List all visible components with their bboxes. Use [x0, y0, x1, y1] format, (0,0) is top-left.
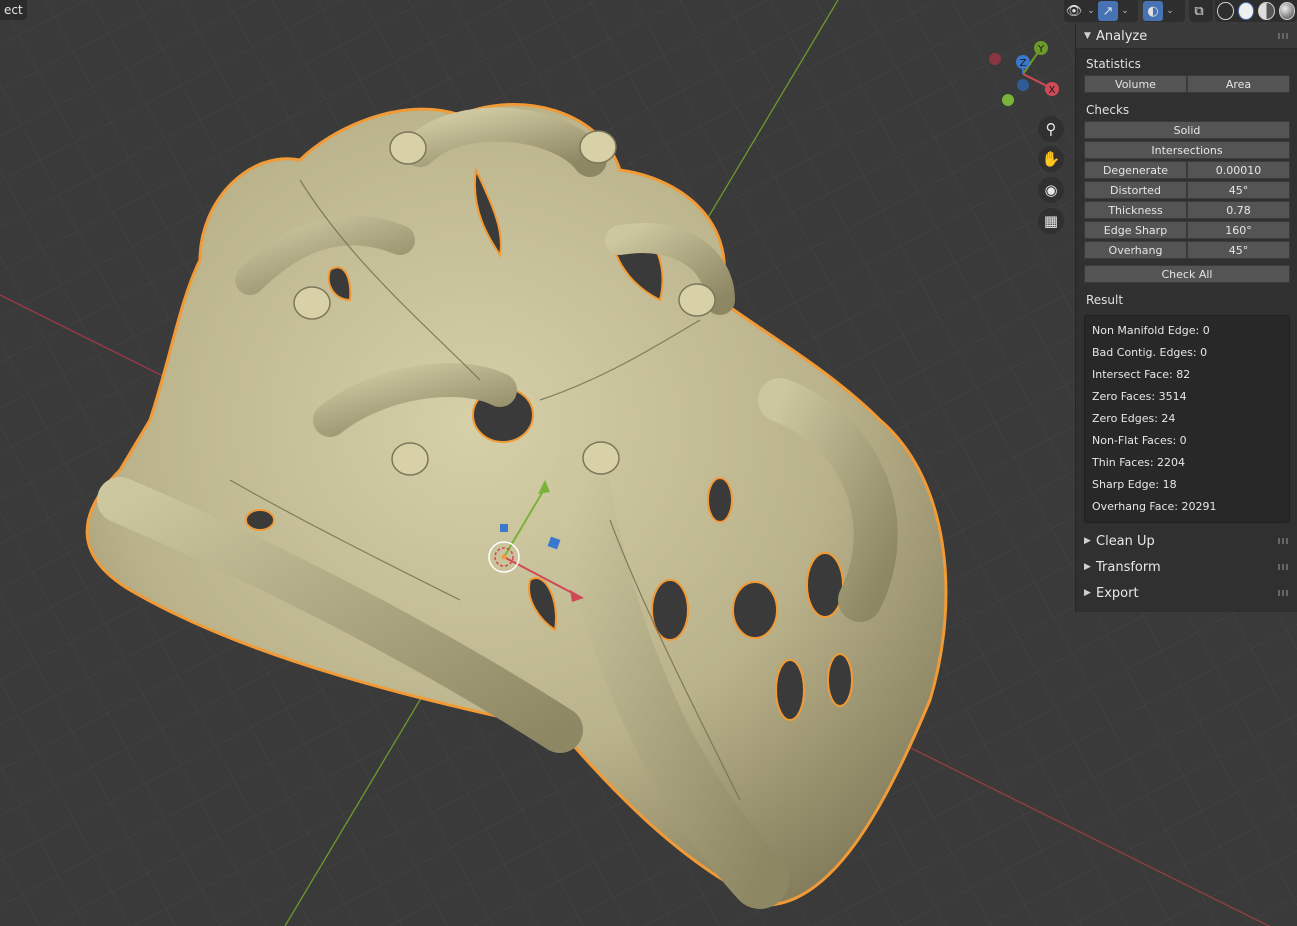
drag-grip-icon[interactable]	[1278, 33, 1290, 39]
result-label: Result	[1086, 293, 1124, 307]
edge-sharp-button[interactable]: Edge Sharp	[1084, 221, 1187, 239]
result-item: Non Manifold Edge: 0	[1092, 324, 1210, 337]
overlays-toggle[interactable]: ◐ ⌄	[1143, 0, 1185, 22]
overhang-value-field[interactable]: 45°	[1187, 241, 1290, 259]
solid-button[interactable]: Solid	[1084, 121, 1290, 139]
chevron-down-icon: ⌄	[1166, 6, 1174, 16]
analyze-title: Analyze	[1096, 28, 1148, 44]
shading-modes[interactable]	[1215, 0, 1297, 22]
gizmo-toggle[interactable]: ↗ ⌄	[1098, 0, 1138, 22]
x-axis-label: X	[1049, 85, 1056, 96]
area-button[interactable]: Area	[1187, 75, 1290, 93]
neg-z-dot[interactable]	[1017, 79, 1029, 91]
export-title: Export	[1096, 585, 1139, 601]
result-item: Zero Faces: 3514	[1092, 390, 1187, 403]
result-item: Thin Faces: 2204	[1092, 456, 1186, 469]
camera-icon[interactable]: ◉	[1038, 177, 1064, 203]
degenerate-value-field[interactable]: 0.00010	[1187, 161, 1290, 179]
overlays-icon: ◐	[1143, 1, 1163, 21]
result-item: Overhang Face: 20291	[1092, 500, 1217, 513]
distorted-button[interactable]: Distorted	[1084, 181, 1187, 199]
transform-panel-header[interactable]: ▶ Transform	[1076, 555, 1297, 579]
pan-hand-icon[interactable]: ✋	[1038, 146, 1064, 172]
y-axis-label: Y	[1037, 44, 1045, 55]
neg-x-dot[interactable]	[989, 53, 1001, 65]
thickness-value-field[interactable]: 0.78	[1187, 201, 1290, 219]
export-panel-header[interactable]: ▶ Export	[1076, 581, 1297, 605]
xray-toggle[interactable]: ⧉	[1189, 0, 1213, 22]
clean-up-panel-header[interactable]: ▶ Clean Up	[1076, 529, 1297, 553]
zoom-icon[interactable]: ⚲	[1038, 116, 1064, 142]
thickness-button[interactable]: Thickness	[1084, 201, 1187, 219]
material-shading-icon[interactable]	[1258, 2, 1275, 20]
overhang-button[interactable]: Overhang	[1084, 241, 1187, 259]
result-item: Sharp Edge: 18	[1092, 478, 1177, 491]
analyze-side-panel: ▼ Analyze Statistics Volume Area Checks …	[1075, 24, 1297, 612]
triangle-down-icon: ▼	[1084, 31, 1091, 41]
volume-button[interactable]: Volume	[1084, 75, 1187, 93]
triangle-right-icon: ▶	[1084, 562, 1091, 572]
statistics-label: Statistics	[1086, 57, 1141, 71]
navigation-gizmo[interactable]: Y Z X	[985, 36, 1075, 116]
drag-grip-icon[interactable]	[1278, 564, 1290, 570]
analyze-panel-header[interactable]: ▼ Analyze	[1076, 24, 1297, 49]
perspective-grid-icon[interactable]: ▦	[1038, 208, 1064, 234]
triangle-right-icon: ▶	[1084, 536, 1091, 546]
neg-y-dot[interactable]	[1002, 94, 1014, 106]
distorted-value-field[interactable]: 45°	[1187, 181, 1290, 199]
degenerate-button[interactable]: Degenerate	[1084, 161, 1187, 179]
result-item: Non-Flat Faces: 0	[1092, 434, 1187, 447]
chevron-down-icon: ⌄	[1087, 6, 1095, 16]
result-item: Bad Contig. Edges: 0	[1092, 346, 1208, 359]
xray-icon: ⧉	[1194, 3, 1204, 19]
transform-title: Transform	[1096, 559, 1161, 575]
wireframe-shading-icon[interactable]	[1217, 2, 1234, 20]
gizmo-icon: ↗	[1098, 1, 1118, 21]
drag-grip-icon[interactable]	[1278, 538, 1290, 544]
intersections-button[interactable]: Intersections	[1084, 141, 1290, 159]
z-axis-label: Z	[1020, 58, 1027, 69]
checks-label: Checks	[1086, 103, 1130, 117]
result-item: Intersect Face: 82	[1092, 368, 1191, 381]
check-all-button[interactable]: Check All	[1084, 265, 1290, 283]
edge-sharp-value-field[interactable]: 160°	[1187, 221, 1290, 239]
mode-label: ect	[0, 0, 27, 20]
solid-shading-icon[interactable]	[1237, 2, 1254, 20]
triangle-right-icon: ▶	[1084, 588, 1091, 598]
clean-up-title: Clean Up	[1096, 533, 1155, 549]
chevron-down-icon: ⌄	[1121, 6, 1129, 16]
result-item: Zero Edges: 24	[1092, 412, 1176, 425]
drag-grip-icon[interactable]	[1278, 590, 1290, 596]
rendered-shading-icon[interactable]	[1278, 2, 1295, 20]
eye-icon: 👁	[1065, 3, 1083, 19]
result-list: Non Manifold Edge: 0 Bad Contig. Edges: …	[1084, 315, 1290, 523]
